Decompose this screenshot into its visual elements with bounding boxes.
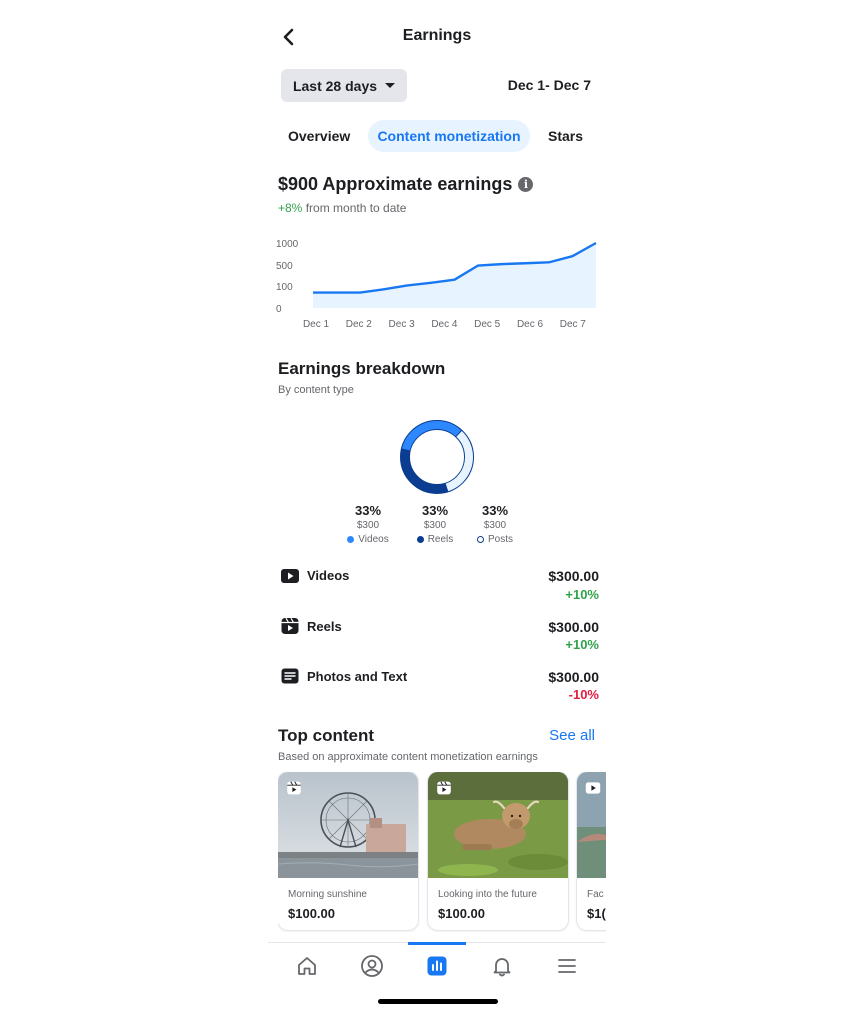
row-reels-label: Reels (307, 619, 342, 634)
profile-icon (361, 955, 383, 977)
breakdown-donut-chart (400, 420, 474, 494)
tab-overview[interactable]: Overview (288, 120, 350, 152)
x-tick-label: Dec 6 (517, 319, 544, 330)
info-icon[interactable]: i (518, 177, 534, 192)
row-photos-text-label: Photos and Text (307, 669, 408, 684)
nav-profile[interactable] (357, 951, 387, 981)
caret-down-icon (385, 83, 396, 88)
legend-label-text: Posts (487, 534, 513, 545)
top-content-subtitle: Based on approximate content monetizatio… (278, 751, 538, 763)
nav-notifications[interactable] (487, 951, 517, 981)
home-icon (298, 957, 316, 975)
post-icon (281, 668, 299, 684)
card-amount: $1( (587, 906, 606, 921)
card-amount: $100.00 (288, 906, 335, 921)
x-tick-label: Dec 1 (303, 319, 330, 330)
content-card[interactable]: Morning sunshine $100.00 (278, 772, 418, 930)
x-tick-label: Dec 3 (389, 319, 416, 330)
x-tick-label: Dec 2 (346, 319, 373, 330)
legend-pct: 33% (354, 503, 382, 518)
nav-menu[interactable] (552, 951, 582, 981)
row-photos-text-change: -10% (568, 687, 599, 702)
earnings-change-text: +8% from month to date (278, 201, 406, 215)
card-caption: Looking into the future (438, 889, 537, 900)
legend-pct: 33% (481, 503, 509, 518)
posts-dot-icon (476, 536, 484, 543)
row-videos-change: +10% (565, 587, 599, 602)
row-reels-amount: $300.00 (548, 619, 599, 635)
see-all-link[interactable]: See all (549, 727, 595, 744)
x-tick-label: Dec 4 (431, 319, 458, 330)
legend-label-text: Videos (358, 534, 389, 545)
insights-icon (427, 956, 447, 976)
earnings-screen: Earnings Last 28 days Dec 1- Dec 7 Overv… (268, 0, 606, 1024)
row-photos-text-amount: $300.00 (548, 669, 599, 685)
reels-icon (287, 781, 301, 795)
y-tick-label: 1000 (276, 239, 299, 250)
legend-label: Videos (333, 534, 403, 545)
date-range-dropdown-label: Last 28 days (292, 77, 378, 94)
bell-icon (493, 958, 511, 977)
home-indicator (378, 999, 498, 1004)
y-tick-label: 500 (276, 261, 293, 272)
videos-dot-icon (347, 536, 355, 543)
row-videos-amount: $300.00 (548, 568, 599, 584)
nav-active-indicator (408, 942, 466, 945)
date-range-dropdown[interactable]: Last 28 days (281, 69, 407, 102)
legend-posts: 33% $300 Posts (460, 503, 530, 545)
legend-amount: $300 (356, 520, 380, 531)
content-card[interactable]: Looking into the future $100.00 (428, 772, 568, 930)
earnings-heading: $900 Approximate earnings i (278, 174, 534, 195)
card-caption: Fac (587, 889, 604, 900)
page-title: Earnings (402, 27, 472, 44)
y-tick-label: 100 (276, 282, 293, 293)
video-icon (281, 569, 299, 583)
card-amount: $100.00 (438, 906, 485, 921)
x-tick-label: Dec 5 (474, 319, 501, 330)
reels-icon (281, 617, 299, 634)
tab-content-monetization[interactable]: Content monetization (368, 120, 530, 152)
breakdown-title: Earnings breakdown (278, 359, 446, 378)
nav-insights[interactable] (422, 951, 452, 981)
y-tick-label: 0 (276, 304, 282, 315)
legend-label-text: Reels (427, 534, 454, 545)
menu-icon (558, 959, 576, 973)
nav-home[interactable] (292, 951, 322, 981)
reels-dot-icon (416, 536, 424, 543)
top-content-title: Top content (278, 726, 374, 745)
earnings-line-chart: 10005001000Dec 1 Dec 2 Dec 3 Dec 4 Dec 5 Dec … (276, 239, 597, 330)
breakdown-subtitle: By content type (278, 384, 354, 396)
area-fill (313, 243, 596, 308)
legend-videos: 33% $300 Videos (333, 503, 403, 545)
row-reels-change: +10% (565, 637, 599, 652)
bottom-nav (268, 942, 606, 988)
card-caption: Morning sunshine (288, 889, 367, 900)
x-tick-label: Dec 7 (560, 319, 587, 330)
legend-label: Posts (460, 534, 530, 545)
earnings-change-suffix: from month to date (302, 201, 407, 215)
legend-amount: $300 (483, 520, 507, 531)
earnings-amount-title: $900 Approximate earnings (278, 174, 513, 194)
date-range-text: Dec 1- Dec 7 (507, 77, 591, 93)
top-content-carousel[interactable]: Morning sunshine $100.00 Looking into th… (278, 772, 606, 932)
earnings-change-value: +8% (278, 201, 303, 215)
row-videos-label: Videos (307, 568, 350, 583)
tab-stars[interactable]: Stars (548, 120, 583, 152)
content-card[interactable]: Fac $1( (577, 772, 606, 930)
video-icon (585, 782, 601, 794)
reels-icon (437, 781, 451, 795)
